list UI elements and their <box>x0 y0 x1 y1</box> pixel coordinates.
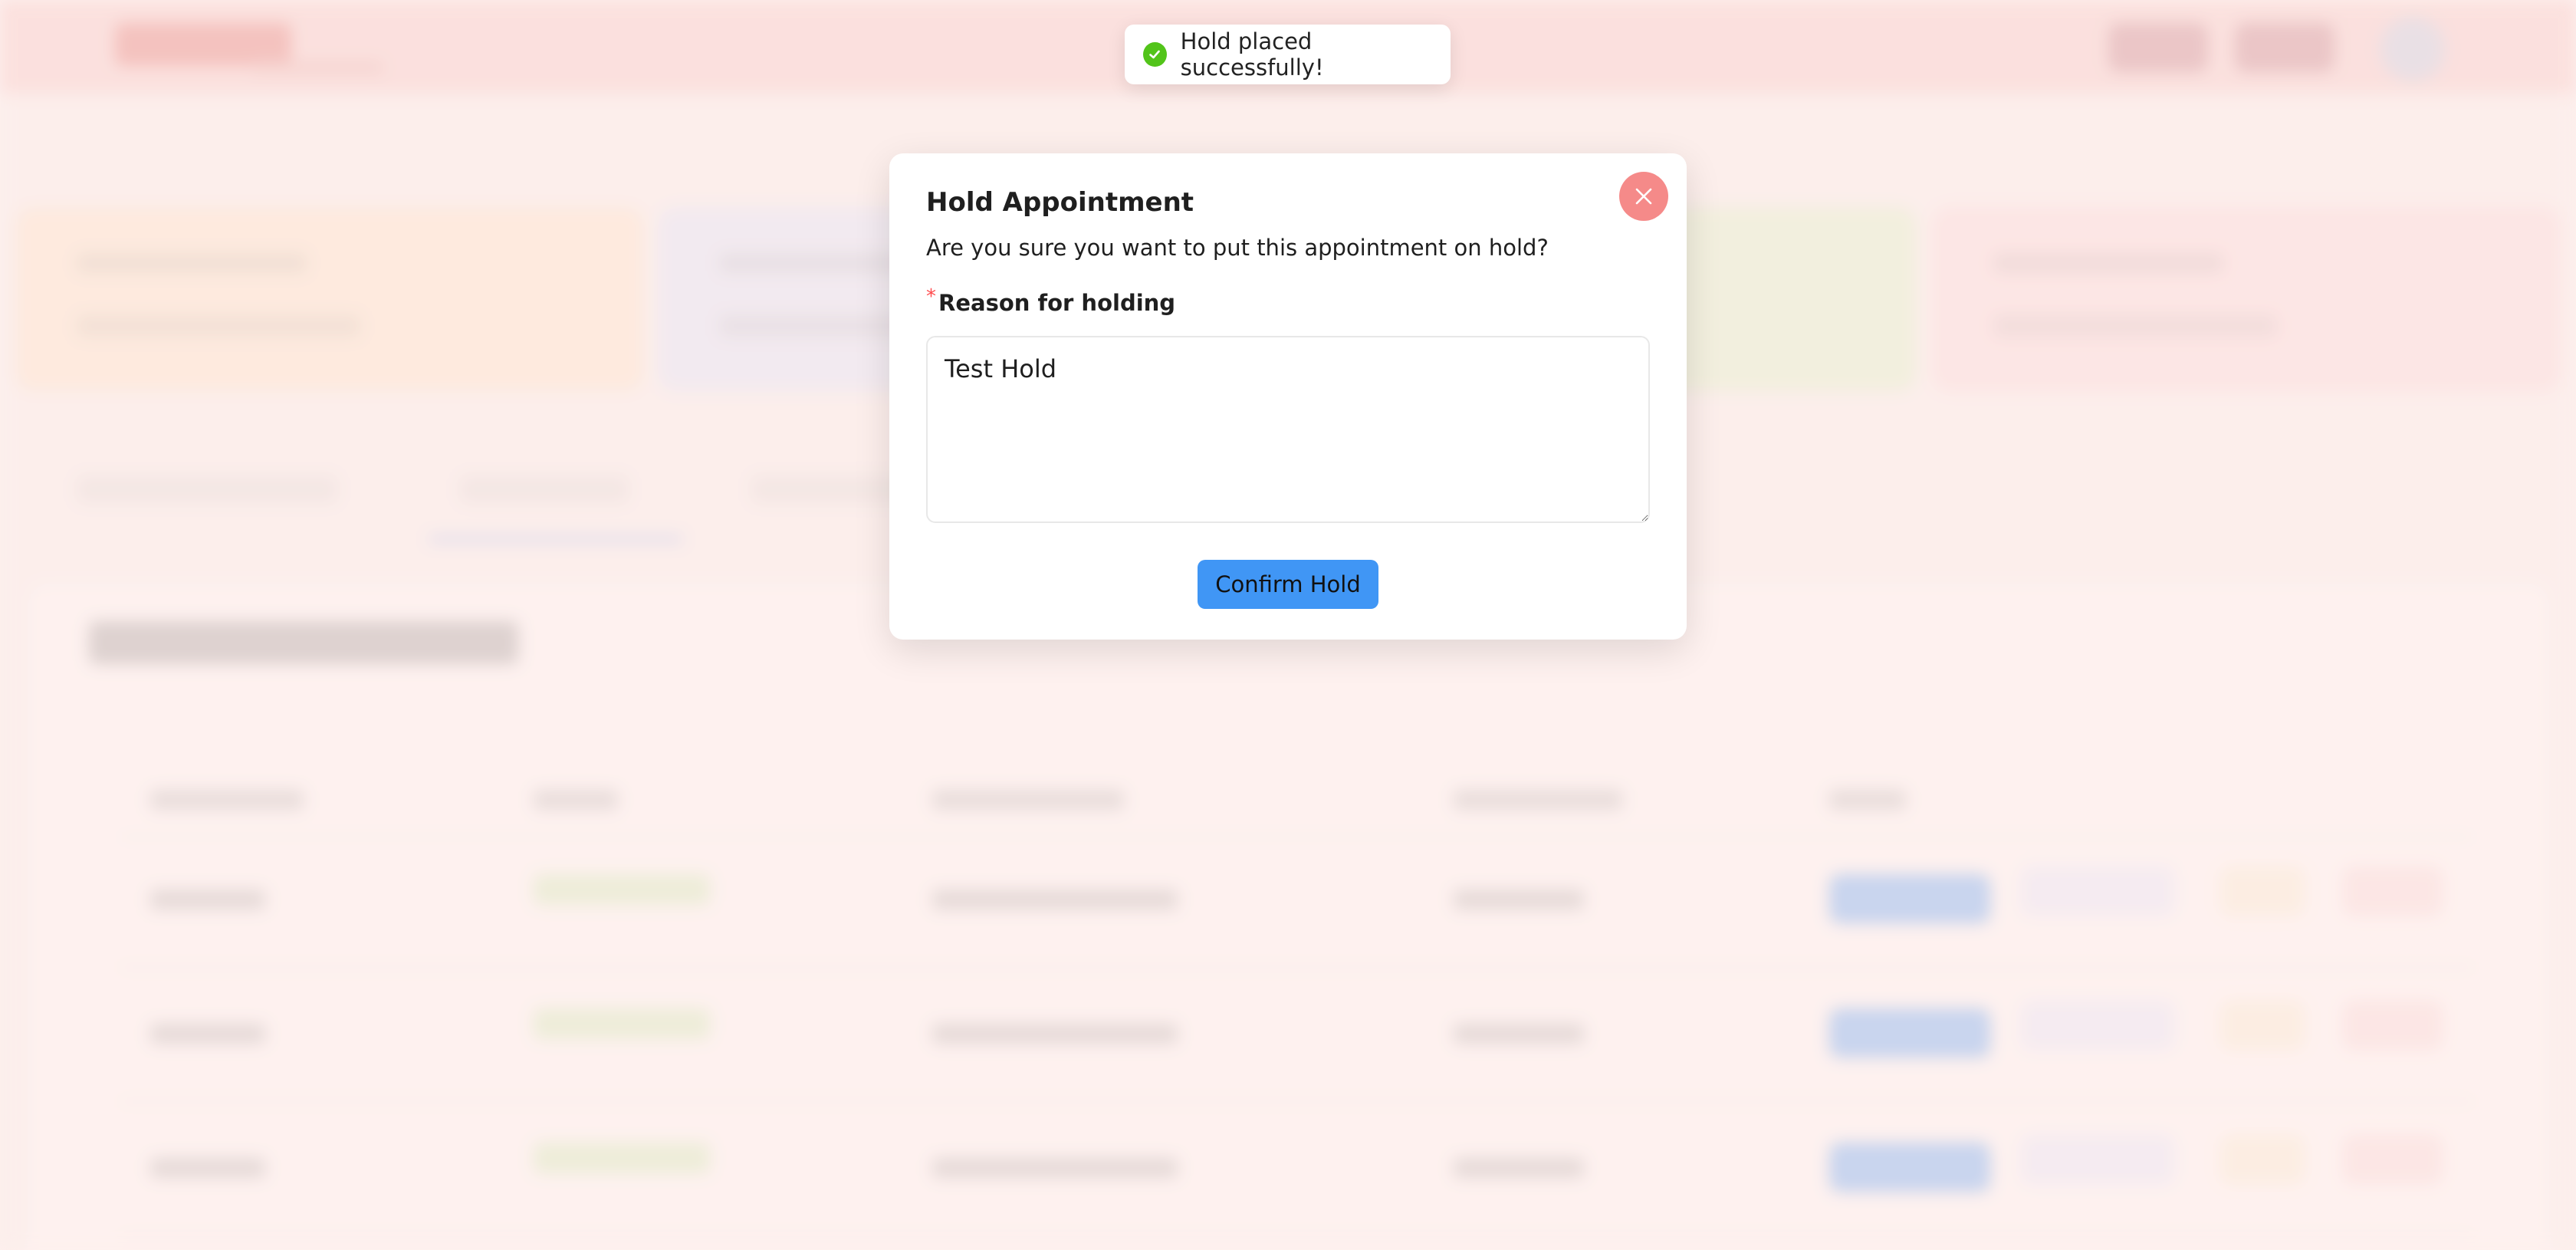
modal-title: Hold Appointment <box>926 187 1194 218</box>
reason-label: Reason for holding <box>938 290 1176 316</box>
check-circle-icon <box>1143 42 1167 67</box>
hold-appointment-modal: Hold Appointment Are you sure you want t… <box>889 153 1687 640</box>
close-icon <box>1633 186 1654 207</box>
modal-question: Are you sure you want to put this appoin… <box>926 235 1549 261</box>
reason-textarea[interactable]: Test Hold <box>926 336 1650 523</box>
success-toast: Hold placed successfully! <box>1125 25 1451 84</box>
close-button[interactable] <box>1619 172 1668 221</box>
required-marker: * <box>926 285 936 308</box>
toast-message: Hold placed successfully! <box>1180 28 1324 81</box>
confirm-hold-button[interactable]: Confirm Hold <box>1198 560 1378 609</box>
